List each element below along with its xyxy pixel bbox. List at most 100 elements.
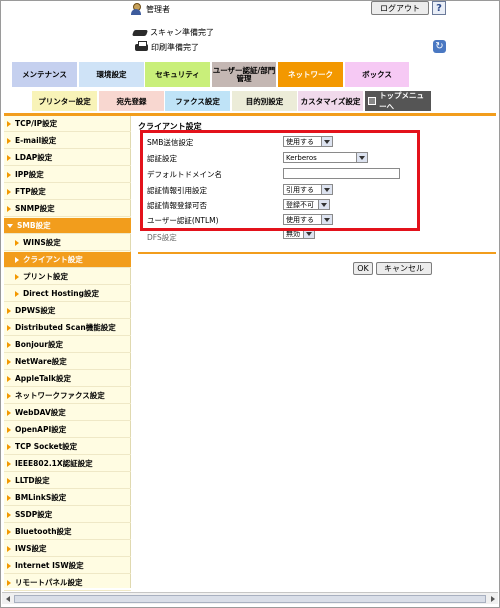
sidebar-item-snmp[interactable]: SNMP設定 bbox=[4, 201, 131, 217]
sidebar-item-bluetooth[interactable]: Bluetooth設定 bbox=[4, 524, 131, 540]
arrow-right-icon bbox=[15, 273, 19, 280]
arrow-right-icon bbox=[7, 443, 11, 450]
sidebar-item-email[interactable]: E-mail設定 bbox=[4, 133, 131, 149]
tab-fax-settings[interactable]: ファクス設定 bbox=[165, 91, 230, 111]
highlight-box bbox=[140, 130, 420, 231]
arrow-right-icon bbox=[7, 494, 11, 501]
tab-security[interactable]: セキュリティ bbox=[145, 62, 210, 87]
sidebar-item-label: LDAP設定 bbox=[15, 153, 53, 162]
arrow-right-icon bbox=[7, 307, 11, 314]
sidebar-item-ssdp[interactable]: SSDP設定 bbox=[4, 507, 131, 523]
arrow-right-icon bbox=[15, 256, 19, 263]
arrow-right-icon bbox=[7, 324, 11, 331]
tab-user-auth[interactable]: ユーザー認証/部門管理 bbox=[212, 62, 276, 87]
top-menu-label: トップメニューへ bbox=[379, 91, 425, 111]
arrow-right-icon bbox=[7, 205, 11, 212]
scroll-left-icon[interactable] bbox=[3, 595, 12, 603]
tab-box[interactable]: ボックス bbox=[345, 62, 409, 87]
arrow-right-icon bbox=[7, 545, 11, 552]
sidebar-item-internet-isw[interactable]: Internet ISW設定 bbox=[4, 558, 131, 574]
sidebar-item-smb[interactable]: SMB設定 bbox=[4, 218, 131, 234]
sidebar-item-label: IPP設定 bbox=[15, 170, 44, 179]
tab-printer-settings[interactable]: プリンター設定 bbox=[32, 91, 97, 111]
sidebar-item-label: NetWare設定 bbox=[15, 357, 67, 366]
sidebar-item-ldap[interactable]: LDAP設定 bbox=[4, 150, 131, 166]
sidebar-item-label: リモートパネル設定 bbox=[15, 578, 83, 587]
arrow-right-icon bbox=[7, 188, 11, 195]
tab-network[interactable]: ネットワーク bbox=[278, 62, 343, 87]
ok-button[interactable]: OK bbox=[353, 262, 373, 275]
scroll-right-icon[interactable] bbox=[488, 595, 497, 603]
tab-address-registration[interactable]: 宛先登録 bbox=[99, 91, 164, 111]
sidebar-subitem-client[interactable]: クライアント設定 bbox=[4, 252, 131, 268]
arrow-right-icon bbox=[7, 154, 11, 161]
sidebar-item-label: FTP設定 bbox=[15, 187, 46, 196]
tab-environment[interactable]: 環境設定 bbox=[79, 62, 144, 87]
sidebar-item-tcp-socket[interactable]: TCP Socket設定 bbox=[4, 439, 131, 455]
sidebar-item-network-fax[interactable]: ネットワークファクス設定 bbox=[4, 388, 131, 404]
sidebar-item-dpws[interactable]: DPWS設定 bbox=[4, 303, 131, 319]
sidebar: TCP/IP設定 E-mail設定 LDAP設定 IPP設定 FTP設定 SNM… bbox=[4, 116, 131, 591]
sidebar-item-iws[interactable]: IWS設定 bbox=[4, 541, 131, 557]
sidebar-item-label: SNMP設定 bbox=[15, 204, 55, 213]
sidebar-item-ftp[interactable]: FTP設定 bbox=[4, 184, 131, 200]
sidebar-subitem-direct-hosting[interactable]: Direct Hosting設定 bbox=[4, 286, 131, 302]
sidebar-item-label: Bluetooth設定 bbox=[15, 527, 72, 536]
sidebar-item-label: Bonjour設定 bbox=[15, 340, 63, 349]
arrow-right-icon bbox=[7, 358, 11, 365]
print-status: 印刷準備完了 bbox=[135, 41, 199, 53]
tab-purpose-settings[interactable]: 目的別設定 bbox=[232, 91, 297, 111]
sidebar-subitem-print[interactable]: プリント設定 bbox=[4, 269, 131, 285]
refresh-icon[interactable]: ↻ bbox=[433, 40, 446, 53]
sidebar-item-lltd[interactable]: LLTD設定 bbox=[4, 473, 131, 489]
arrow-right-icon bbox=[7, 528, 11, 535]
arrow-right-icon bbox=[7, 341, 11, 348]
tab-maintenance[interactable]: メンテナンス bbox=[12, 62, 77, 87]
cancel-button[interactable]: キャンセル bbox=[376, 262, 432, 275]
sidebar-item-label: DPWS設定 bbox=[15, 306, 56, 315]
sidebar-item-netware[interactable]: NetWare設定 bbox=[4, 354, 131, 370]
arrow-right-icon bbox=[7, 375, 11, 382]
sidebar-item-label: IWS設定 bbox=[15, 544, 47, 553]
arrow-right-icon bbox=[7, 562, 11, 569]
sidebar-subitem-wins[interactable]: WINS設定 bbox=[4, 235, 131, 251]
sidebar-item-label: OpenAPI設定 bbox=[15, 425, 67, 434]
sidebar-item-label: BMLinkS設定 bbox=[15, 493, 67, 502]
sidebar-item-appletalk[interactable]: AppleTalk設定 bbox=[4, 371, 131, 387]
sidebar-item-label: LLTD設定 bbox=[15, 476, 50, 485]
arrow-right-icon bbox=[7, 392, 11, 399]
sidebar-item-remote-panel[interactable]: リモートパネル設定 bbox=[4, 575, 131, 591]
sidebar-item-webdav[interactable]: WebDAV設定 bbox=[4, 405, 131, 421]
arrow-right-icon bbox=[7, 460, 11, 467]
sidebar-item-bonjour[interactable]: Bonjour設定 bbox=[4, 337, 131, 353]
arrow-right-icon bbox=[7, 477, 11, 484]
top-menu-icon bbox=[368, 97, 377, 105]
top-menu-button[interactable]: トップメニューへ bbox=[365, 91, 431, 111]
scan-status-text: スキャン準備完了 bbox=[150, 28, 214, 37]
arrow-right-icon bbox=[15, 239, 19, 246]
sidebar-item-label: WebDAV設定 bbox=[15, 408, 66, 417]
sidebar-item-distributed-scan[interactable]: Distributed Scan機能設定 bbox=[4, 320, 131, 336]
sidebar-item-label: WINS設定 bbox=[23, 238, 61, 247]
sidebar-item-ipp[interactable]: IPP設定 bbox=[4, 167, 131, 183]
sidebar-item-label: SMB設定 bbox=[17, 221, 51, 230]
scrollbar-thumb[interactable] bbox=[14, 595, 486, 603]
horizontal-scrollbar[interactable] bbox=[2, 592, 498, 604]
arrow-right-icon bbox=[7, 171, 11, 178]
print-status-text: 印刷準備完了 bbox=[151, 42, 199, 52]
sidebar-item-label: SSDP設定 bbox=[15, 510, 53, 519]
sidebar-item-label: E-mail設定 bbox=[15, 136, 57, 145]
tab-customize-settings[interactable]: カスタマイズ設定 bbox=[298, 91, 363, 111]
sidebar-item-bmlinks[interactable]: BMLinkS設定 bbox=[4, 490, 131, 506]
printer-icon bbox=[135, 41, 148, 53]
sidebar-item-label: Distributed Scan機能設定 bbox=[15, 323, 116, 332]
logout-button[interactable]: ログアウト bbox=[371, 1, 429, 15]
arrow-right-icon bbox=[15, 290, 19, 297]
help-icon[interactable]: ? bbox=[432, 1, 446, 15]
sidebar-item-openapi[interactable]: OpenAPI設定 bbox=[4, 422, 131, 438]
arrow-right-icon bbox=[7, 137, 11, 144]
user-info: 管理者 bbox=[130, 3, 170, 15]
sidebar-item-ieee8021x[interactable]: IEEE802.1X認証設定 bbox=[4, 456, 131, 472]
sidebar-item-tcpip[interactable]: TCP/IP設定 bbox=[4, 116, 131, 132]
scan-status: スキャン準備完了 bbox=[133, 27, 214, 38]
